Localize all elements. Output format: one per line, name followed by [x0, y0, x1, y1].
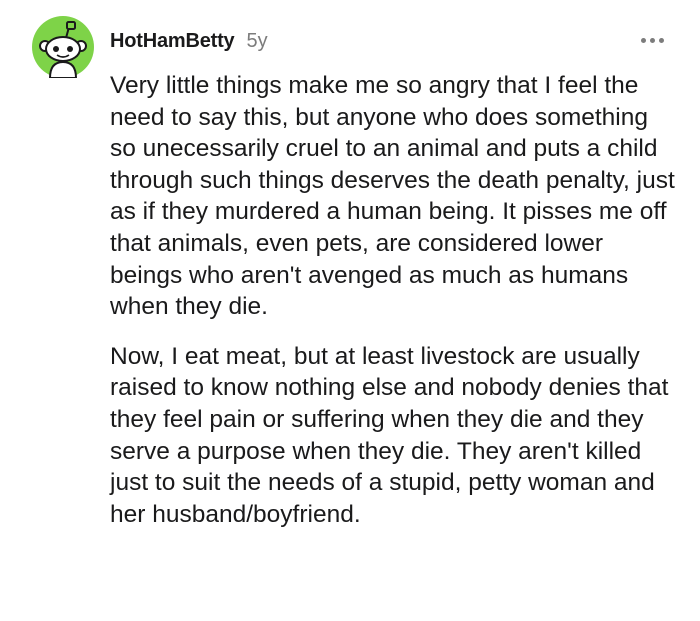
more-dot — [641, 38, 646, 43]
more-dot — [650, 38, 655, 43]
comment-paragraph: Now, I eat meat, but at least livestock … — [110, 342, 669, 528]
more-options-icon[interactable] — [641, 38, 664, 43]
comment-paragraph: Very little things make me so angry that… — [110, 72, 675, 321]
comment: HotHamBetty 5y Very little things make m… — [0, 0, 700, 621]
comment-age: 5y — [246, 30, 268, 52]
comment-header: HotHamBetty 5y — [110, 30, 268, 53]
user-avatar-icon[interactable] — [32, 16, 94, 79]
username-link[interactable]: HotHamBetty — [110, 30, 235, 53]
comment-body: Very little things make me so angry that… — [110, 70, 675, 530]
more-dot — [659, 38, 664, 43]
